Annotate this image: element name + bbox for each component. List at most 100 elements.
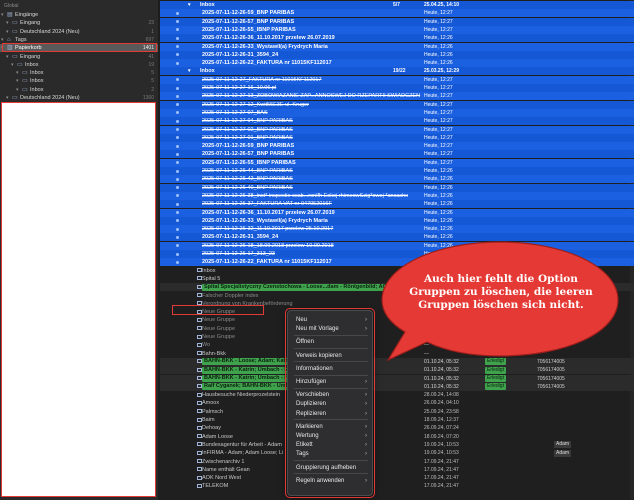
table-row[interactable]: BAHN-BKK - Katrin; Umbach - HIN 01.10.24,…: [160, 374, 634, 383]
table-row[interactable]: Ralf Cyganek; BAHN-BKK - Umbach 01.10.24,…: [160, 382, 634, 391]
table-row[interactable]: Neue Gruppe —: [160, 333, 634, 341]
sidebar-item[interactable]: ▾ ▭ Eingang 23: [0, 19, 158, 27]
status-badge: Erledigt: [485, 375, 506, 382]
table-row[interactable]: 2025-07-11-12-27-16_10.06.pl Heute, 12:27: [160, 84, 634, 92]
sidebar-item[interactable]: ▾ ▭ Deutschland 2024 (Neu) 1: [0, 28, 158, 36]
table-row[interactable]: Palmsch 25.09.24, 23:58: [160, 408, 634, 416]
table-row[interactable]: 2025-07-11-12-27_FAKTURA nr 11015KF11201…: [160, 75, 634, 84]
table-row[interactable]: 2025-07-11-12-26-59_BNP PARIBAS Heute, 12…: [160, 142, 634, 151]
table-row[interactable]: 2025-07-11-12-26-33_Wystawil(a) Frydrych…: [160, 216, 634, 225]
table-row[interactable]: Bundesagentur für Arbeit - Adam 19.09.24,…: [160, 441, 634, 449]
sidebar-item[interactable]: ▾ ▭ Inbox 5: [0, 77, 158, 85]
unread-dot-icon: [176, 136, 179, 140]
disclosure-triangle-icon[interactable]: ▾: [6, 53, 11, 61]
row-date: Heute, 12:27: [424, 126, 453, 133]
chevron-down-icon[interactable]: ▾: [188, 67, 191, 75]
sidebar-item-label: Deutschland 2024 (Neu): [20, 28, 80, 35]
table-row[interactable]: 2025-07-11-12-26-32_11.10.2017 przelew 2…: [160, 225, 634, 234]
disclosure-triangle-icon[interactable]: ▾: [6, 19, 11, 27]
table-row[interactable]: TELEKOM 17.09.24, 21:47: [160, 482, 634, 490]
row-count: 5/7: [393, 2, 400, 8]
row-date: Heute, 12:27: [424, 109, 453, 116]
sidebar-section-label: Global: [4, 3, 19, 9]
disclosure-triangle-icon[interactable]: ▾: [16, 69, 21, 77]
table-row[interactable]: 2025-07-11-12-26-57_BNP PARIBAS Heute, 12…: [160, 150, 634, 159]
disclosure-triangle-icon[interactable]: ▾: [11, 61, 16, 69]
table-row[interactable]: Name enthält Gean 17.09.24, 21:47: [160, 466, 634, 474]
row-name: 2025-07-11-12-26-57_BNP PARIBAS: [202, 18, 295, 25]
row-date: 01.10.24, 05:32: [424, 367, 459, 374]
folder-icon: ▭: [22, 78, 28, 85]
row-date: 25.04.25, 14:10: [424, 2, 460, 8]
sidebar-item[interactable]: ▾ ▭ Inbox 5: [0, 69, 158, 77]
table-row[interactable]: Wo —: [160, 341, 634, 349]
row-date: Heute, 12:26: [424, 192, 453, 199]
table-row[interactable]: 2025-07-11-12-27-04_BNP PARIBAS Heute, 12…: [160, 117, 634, 126]
table-row[interactable]: 2025-07-11-12-27-01_BNP PARIBAS Heute, 12…: [160, 133, 634, 142]
chevron-down-icon[interactable]: ▾: [188, 1, 191, 9]
table-row[interactable]: 2025-07-11-12-27-12_Kwit55E3E ul. Kruger…: [160, 100, 634, 109]
table-row[interactable]: 2025-07-11-12-26-31_3594_24 Heute, 12:26: [160, 233, 634, 242]
table-row[interactable]: Amoox 26.09.24, 04:10: [160, 399, 634, 407]
row-date: Heute, 12:27: [424, 134, 453, 141]
table-row[interactable]: 2025-07-11-12-26-42_BNP PARIBAS Heute, 12…: [160, 175, 634, 184]
table-row[interactable]: Adam Loose 18.09.24, 07:20: [160, 433, 634, 441]
row-name: Adam Loose: [202, 433, 233, 440]
table-row[interactable]: 2025-07-11-12-26-18_18.09.2018 przelew 1…: [160, 241, 634, 250]
table-row[interactable]: Bahn-Bkk —: [160, 350, 634, 358]
table-row[interactable]: Dehoay 26.09.24, 07:24: [160, 424, 634, 432]
row-name: Neue Gruppe: [202, 325, 236, 332]
table-row[interactable]: BAHN-BKK - Katrin; Umbach - Erl 01.10.24,…: [160, 366, 634, 375]
disclosure-triangle-icon[interactable]: ▾: [16, 77, 21, 85]
table-row[interactable]: Hausbesuche Niederprozelstein 28.09.24, 1…: [160, 391, 634, 399]
unread-dot-icon: [176, 28, 179, 32]
sidebar-item[interactable]: ▾ ▭ Deutschland 2024 (Neu) 1360: [0, 94, 158, 102]
sidebar-item[interactable]: ▾ ▤ Eingänge: [0, 11, 158, 19]
status-badge: Erledigt: [485, 366, 506, 374]
table-row[interactable]: 2025-07-11-12-27-02_BNP PARIBAS Heute, 12…: [160, 125, 634, 134]
disclosure-triangle-icon[interactable]: ▾: [6, 28, 11, 36]
table-row[interactable]: 2025-07-11-12-26-36_11.10.2017 przelew 2…: [160, 208, 634, 217]
row-name: Inbox: [202, 267, 216, 274]
table-row[interactable]: 2025-07-11-12-26-37_FAKTURA VAT nr 04705…: [160, 200, 634, 209]
row-name: 2025-07-11-12-26-38_lnst* inspectie scab…: [202, 192, 408, 199]
table-row[interactable]: Baim 18.09.24, 12:37: [160, 416, 634, 424]
disclosure-triangle-icon[interactable]: ▾: [16, 86, 21, 94]
table-row[interactable]: InFIRMA - Adam; Adam Loose; Li 19.09.24, …: [160, 449, 634, 457]
table-row[interactable]: 2025-07-11-12-26-22_FAKTURA nr 11015KF11…: [160, 258, 634, 267]
table-row[interactable]: 2025-07-11-12-26-44_BNP PARIBAS Heute, 12…: [160, 167, 634, 175]
row-name: Falscher Doppler index: [202, 292, 259, 299]
table-row[interactable]: AOK Nord West 17.09.24, 21:47: [160, 474, 634, 482]
sidebar-item[interactable]: ▾ ▭ Inbox 2: [0, 86, 158, 94]
group-row[interactable]: ▾ Inbox 5/7 25.04.25, 14:10: [160, 1, 634, 9]
table-row[interactable]: 2025-07-11-12-26-17_313_23 Heute, 12:26: [160, 250, 634, 258]
table-row[interactable]: Zwischenarchiv 1 17.09.24, 21:47: [160, 458, 634, 466]
sidebar-item[interactable]: ▾ ▭ Inbox 19: [0, 61, 158, 69]
disclosure-triangle-icon[interactable]: ▾: [1, 11, 6, 19]
table-row[interactable]: 2025-07-11-12-26-57_BNP PARIBAS Heute, 12…: [160, 17, 634, 26]
tray-icon: ▭: [12, 20, 18, 27]
table-row[interactable]: 2025-07-11-12-26-22_FAKTURA nr 11015KF11…: [160, 59, 634, 68]
table-row[interactable]: 2025-07-11-12-27-07_BAS Heute, 12:27: [160, 108, 634, 117]
table-row[interactable]: 2025-07-11-12-26-55_IBNP PARIBAS Heute, 1…: [160, 25, 634, 34]
table-row[interactable]: 2025-07-11-12-26-40_BNP PARIBAS Heute, 12…: [160, 183, 634, 192]
table-row[interactable]: 2025-07-11-12-26-59_BNP PARIBAS Heute, 12…: [160, 9, 634, 18]
row-name: Zwischenarchiv 1: [202, 458, 245, 465]
group-row[interactable]: ▾ Inbox 19/22 25.03.25, 12:29: [160, 67, 634, 76]
disclosure-triangle-icon[interactable]: ▾: [6, 94, 11, 102]
row-name: 2025-07-11-12-27-01_BNP PARIBAS: [202, 134, 293, 141]
unread-dot-icon: [176, 186, 179, 190]
table-row[interactable]: 2025-07-11-12-26-55_IBNP PARIBAS Heute, 1…: [160, 158, 634, 167]
person-badge: Adam: [554, 449, 572, 457]
sidebar-item[interactable]: ▾ ▭ Eingang 41: [0, 53, 158, 61]
sidebar-item-count: 5: [151, 70, 154, 77]
table-row[interactable]: 2025-07-11-12-26-33_Wystawil(a) Frydrych…: [160, 42, 634, 51]
table-row[interactable]: BAHN-BKK - Loose; Adam; Katrin 01.10.24, …: [160, 357, 634, 366]
sidebar-item-count: 1360: [142, 95, 154, 101]
unread-dot-icon: [176, 86, 179, 90]
table-row[interactable]: 2025-07-11-12-26-38_lnst* inspectie scab…: [160, 191, 634, 200]
row-name: InFIRMA - Adam; Adam Loose; Li: [202, 450, 284, 457]
table-row[interactable]: 2025-07-11-12-26-31_3594_24 Heute, 12:26: [160, 50, 634, 59]
table-row[interactable]: 2025-07-11-12-26-36_11.10.2017 przelew 2…: [160, 34, 634, 43]
table-row[interactable]: 2025-07-11-12-27-13_ZOBOWIAZANIE ZAP...A…: [160, 92, 634, 101]
